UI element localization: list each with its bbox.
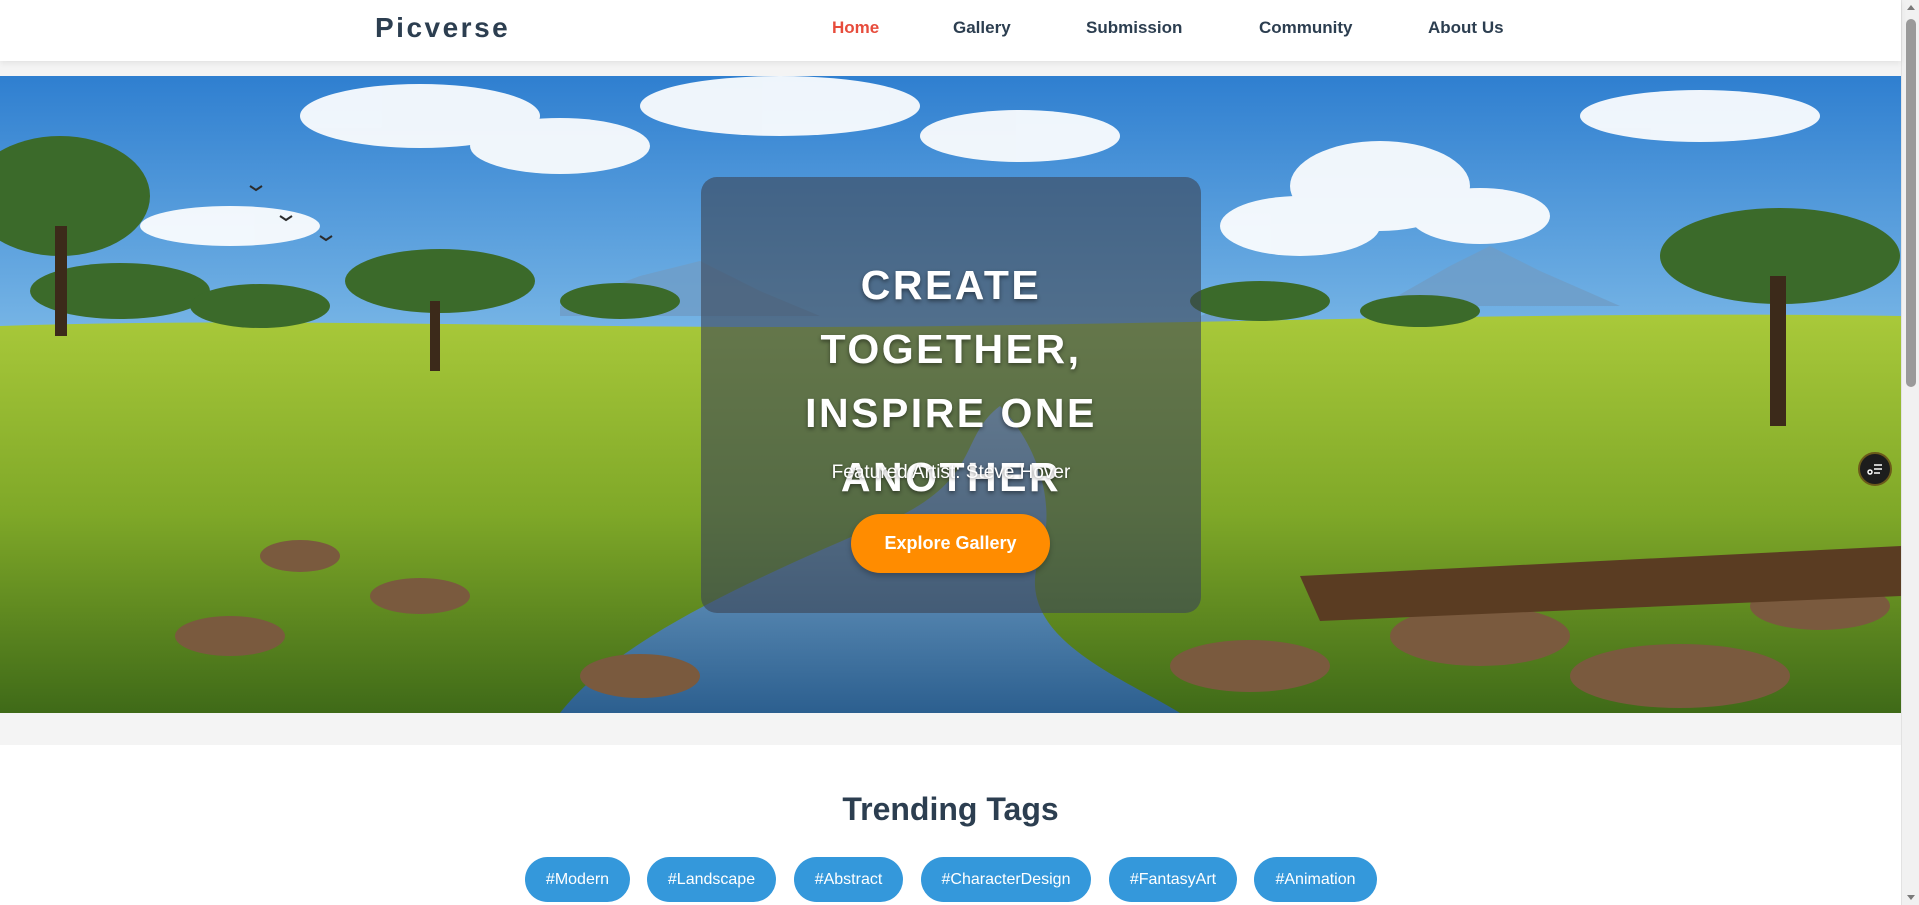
tag-animation[interactable]: #Animation — [1254, 857, 1377, 902]
hero-banner: CREATE TOGETHER, INSPIRE ONE ANOTHER Fea… — [0, 76, 1901, 713]
explore-gallery-button[interactable]: Explore Gallery — [851, 514, 1050, 573]
hero-card: CREATE TOGETHER, INSPIRE ONE ANOTHER Fea… — [701, 177, 1201, 613]
main-nav: Home Gallery Submission Community About … — [0, 0, 1901, 61]
settings-sliders-icon — [1867, 464, 1882, 475]
scroll-up-arrow-icon[interactable] — [1907, 5, 1915, 10]
tag-character-design[interactable]: #CharacterDesign — [921, 857, 1091, 902]
tag-modern[interactable]: #Modern — [525, 857, 630, 902]
tag-list: #Modern #Landscape #Abstract #CharacterD… — [0, 857, 1901, 903]
trending-section: Trending Tags #Modern #Landscape #Abstra… — [0, 745, 1901, 905]
site-header: Picverse Home Gallery Submission Communi… — [0, 0, 1901, 61]
nav-home[interactable]: Home — [832, 18, 879, 38]
floating-settings-button[interactable] — [1858, 452, 1892, 486]
nav-gallery[interactable]: Gallery — [953, 18, 1011, 38]
nav-submission[interactable]: Submission — [1086, 18, 1182, 38]
scroll-down-arrow-icon[interactable] — [1907, 895, 1915, 900]
page-scrollbar[interactable] — [1901, 0, 1919, 905]
tag-landscape[interactable]: #Landscape — [647, 857, 776, 902]
nav-community[interactable]: Community — [1259, 18, 1353, 38]
tag-abstract[interactable]: #Abstract — [794, 857, 903, 902]
trending-title: Trending Tags — [842, 791, 1059, 827]
tag-fantasy-art[interactable]: #FantasyArt — [1109, 857, 1237, 902]
nav-about-us[interactable]: About Us — [1428, 18, 1504, 38]
scrollbar-thumb[interactable] — [1906, 19, 1916, 387]
featured-artist-text: Featured Artist: Steve Hover — [831, 462, 1071, 483]
